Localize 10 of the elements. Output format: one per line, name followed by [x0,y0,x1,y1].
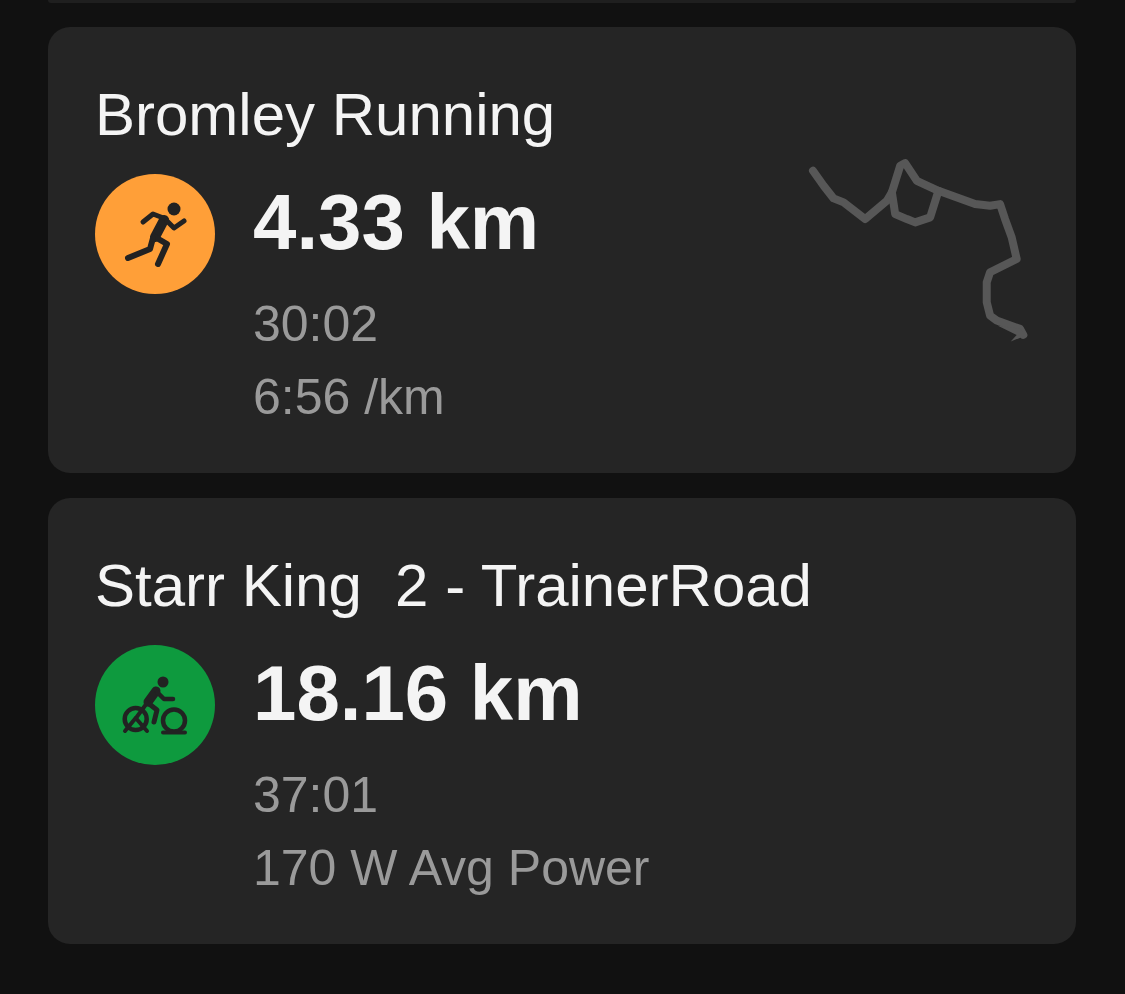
stat-value: 30:02 [253,295,380,354]
stat-value: 37:01 [253,766,380,825]
stat-value: 6:56 /km [253,368,446,427]
distance-value: 4.33 km [253,179,540,265]
activity-title: Starr King 2 - TrainerRoad [95,551,812,620]
stat-value: 170 W Avg Power [253,839,650,898]
distance-value: 18.16 km [253,650,584,736]
activity-title: Bromley Running [95,80,556,149]
activity-card[interactable]: Bromley Running 4.33 km 30:02 6:56 /km [48,27,1076,473]
activity-card[interactable]: Starr King 2 - TrainerRoad 18.16 km 37:01 170 W Avg Power [48,498,1076,944]
